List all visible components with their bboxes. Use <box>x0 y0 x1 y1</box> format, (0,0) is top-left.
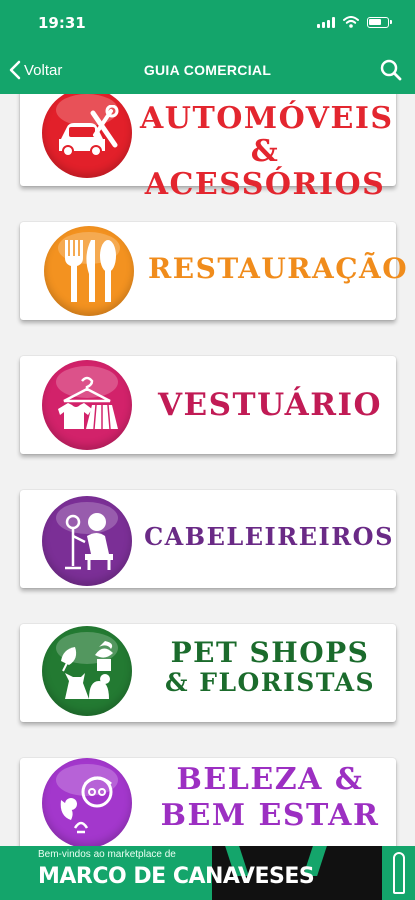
search-button[interactable] <box>379 58 403 87</box>
category-title-line1: PET SHOPS <box>170 636 370 669</box>
cutlery-icon <box>65 240 116 302</box>
category-circle <box>42 94 132 178</box>
status-time: 19:31 <box>38 14 86 32</box>
category-title-line1: BELEZA & <box>176 762 364 797</box>
category-label: PET SHOPS & FLORISTAS <box>146 636 394 697</box>
category-list: AUTOMÓVEIS & ACESSÓRIOS RESTAURAÇÃO VEST… <box>0 94 415 846</box>
battery-icon <box>367 17 392 28</box>
category-card-beleza[interactable]: BELEZA & BEM ESTAR <box>20 758 396 846</box>
category-circle <box>44 226 134 316</box>
wifi-icon <box>343 16 359 28</box>
category-label: AUTOMÓVEIS & ACESSÓRIOS <box>140 101 394 202</box>
signal-icon <box>317 17 335 28</box>
category-circle <box>42 758 132 846</box>
category-title-line2: & FLORISTAS <box>164 667 376 697</box>
pet-plant-icon <box>61 641 113 699</box>
category-title-line2: BEM ESTAR <box>160 798 380 833</box>
category-title-line2: & ACESSÓRIOS <box>144 134 386 202</box>
page-title: GUIA COMERCIAL <box>143 62 272 78</box>
category-circle <box>42 496 132 586</box>
category-title-line1: RESTAURAÇÃO <box>148 252 409 285</box>
category-label: VESTUÁRIO <box>146 388 394 422</box>
banner-city: MARCO DE CANAVESES <box>38 864 315 889</box>
category-card-pet-shops[interactable]: PET SHOPS & FLORISTAS <box>20 624 396 722</box>
nav-bar: Voltar GUIA COMERCIAL <box>0 50 415 94</box>
hair-salon-icon <box>65 513 113 570</box>
banner-tagline: Bem-vindos ao marketplace de <box>38 849 176 860</box>
category-label: CABELEIREIROS <box>144 522 394 551</box>
status-bar: 19:31 <box>0 0 415 50</box>
category-title-line1: CABELEIREIROS <box>144 522 394 551</box>
marketplace-banner[interactable]: Bem-vindos ao marketplace de MARCO DE CA… <box>0 846 415 900</box>
beauty-icon <box>60 776 113 834</box>
category-card-cabeleireiros[interactable]: CABELEIREIROS <box>20 490 396 588</box>
category-label: BELEZA & BEM ESTAR <box>146 762 394 834</box>
status-icons <box>317 16 392 28</box>
category-circle <box>42 360 132 450</box>
category-card-vestuario[interactable]: VESTUÁRIO <box>20 356 396 454</box>
category-label: RESTAURAÇÃO <box>148 252 409 285</box>
tower-icon <box>393 852 405 894</box>
category-title-line1: AUTOMÓVEIS <box>140 101 394 136</box>
search-icon <box>380 59 402 81</box>
category-circle <box>42 626 132 716</box>
car-tools-icon <box>59 105 119 157</box>
category-card-automoveis[interactable]: AUTOMÓVEIS & ACESSÓRIOS <box>20 94 396 201</box>
category-card-restauracao[interactable]: RESTAURAÇÃO <box>20 222 409 320</box>
category-title-line1: VESTUÁRIO <box>157 387 383 423</box>
clothing-icon <box>58 376 118 430</box>
